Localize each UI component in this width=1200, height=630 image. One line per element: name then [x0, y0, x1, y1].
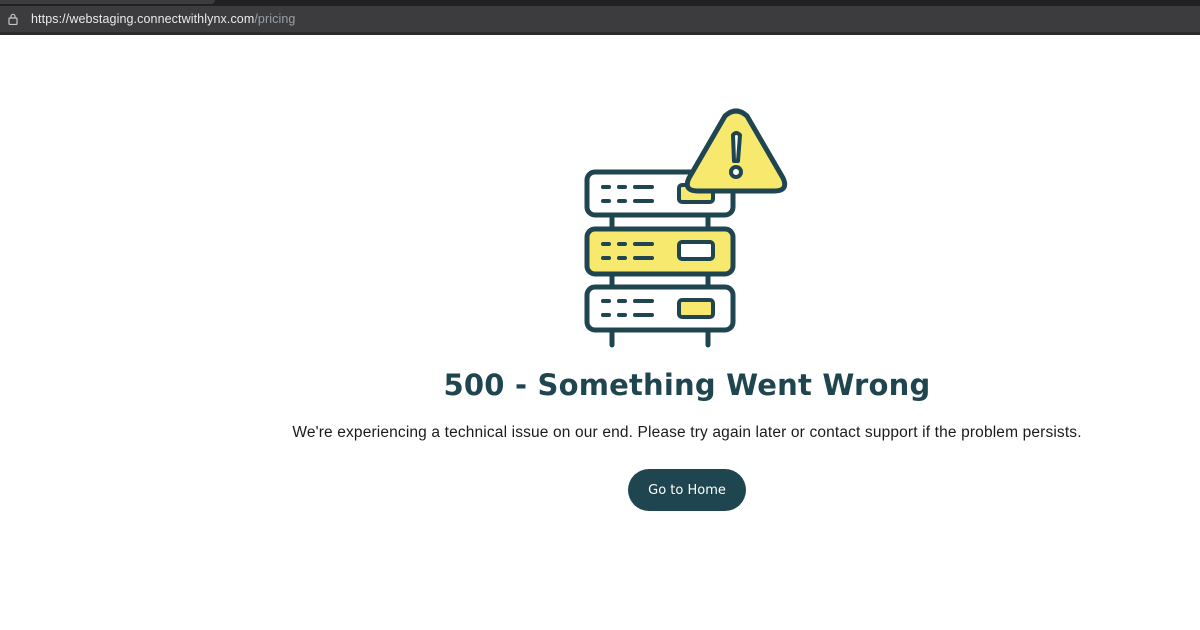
url-text[interactable]: https://webstaging.connectwithlynx.com/p…: [31, 12, 295, 26]
go-to-home-button[interactable]: Go to Home: [628, 469, 746, 511]
lock-icon[interactable]: [2, 6, 24, 32]
error-description: We're experiencing a technical issue on …: [292, 424, 1082, 441]
url-path: /pricing: [254, 12, 296, 26]
url-host: https://webstaging.connectwithlynx.com: [31, 12, 255, 26]
page-title: 500 - Something Went Wrong: [443, 368, 931, 402]
text-area: 500 - Something Went Wrong We're experie…: [0, 35, 1200, 630]
browser-address-bar[interactable]: https://webstaging.connectwithlynx.com/p…: [0, 6, 1200, 35]
error-page: 500 - Something Went Wrong We're experie…: [0, 35, 1200, 630]
